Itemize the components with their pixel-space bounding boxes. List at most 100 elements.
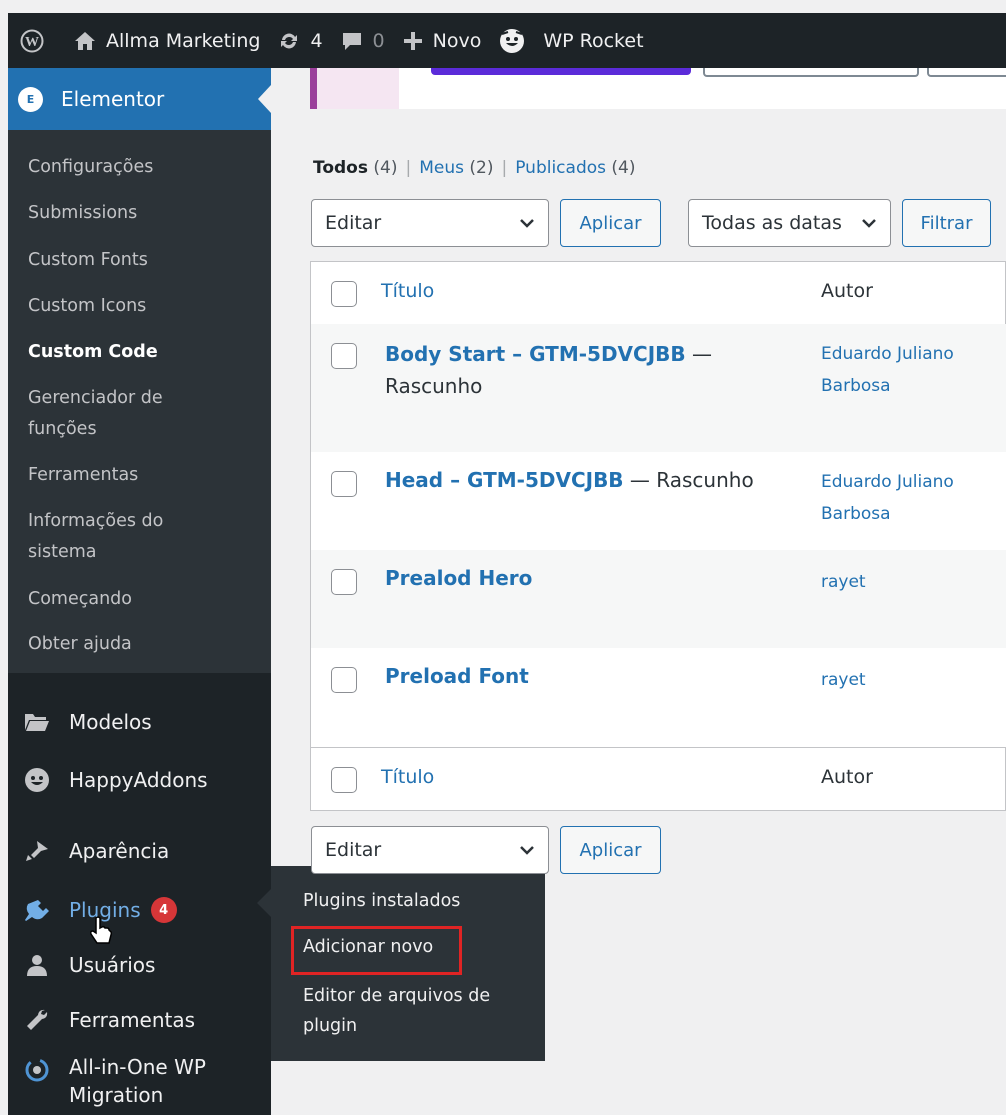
menu-label-usuarios: Usuários [69,953,156,977]
column-author-header: Autor [821,280,873,302]
admin-sidebar: E Elementor Configurações Submissions Cu… [8,68,271,1115]
current-menu-arrow [258,85,271,113]
promo-primary-button[interactable] [431,68,691,75]
submenu-item-comecando[interactable]: Começando [28,584,132,615]
wp-admin-frame: W Allma Marketing 4 0 Novo WP Rocket E E… [8,13,1006,1115]
promo-tertiary-button[interactable] [927,68,1006,77]
submenu-item-ferramentas[interactable]: Ferramentas [28,460,138,491]
row-title[interactable]: Prealod Hero [385,562,775,594]
paintbrush-icon [26,841,48,861]
menu-label-modelos: Modelos [69,710,152,734]
column-title-footer[interactable]: Título [381,766,434,788]
filter-button[interactable]: Filtrar [902,199,991,247]
row-checkbox[interactable] [331,471,357,497]
submenu-item-informacoes[interactable]: Informações do sistema [28,506,228,568]
row-author[interactable]: Eduardo Juliano Barbosa [821,466,991,530]
menu-item-all-in-one[interactable]: All-in-One WP Migration [8,1053,271,1113]
submenu-item-custom-fonts[interactable]: Custom Fonts [28,245,148,276]
row-checkbox[interactable] [331,569,357,595]
wp-rocket-label: WP Rocket [543,29,644,52]
row-author[interactable]: rayet [821,566,1001,598]
row-checkbox[interactable] [331,667,357,693]
updates-link[interactable]: 4 [278,29,323,52]
table-footer-row: Título Autor [311,748,1006,810]
wrench-icon [27,1009,48,1030]
hand-cursor-icon [90,916,112,944]
migration-icon [25,1058,49,1082]
table-row: Body Start – GTM-5DVCJBB — Rascunho Edua… [311,324,1006,452]
view-mine[interactable]: Meus (2) [419,158,493,178]
table-row: Head – GTM-5DVCJBB — Rascunho Eduardo Ju… [311,452,1006,550]
table-header-row: Título Autor [311,262,1006,325]
view-all[interactable]: Todos (4) [313,158,397,178]
svg-text:W: W [25,35,39,50]
view-published[interactable]: Publicados (4) [515,158,635,178]
users-icon [27,955,47,976]
bulk-action-value: Editar [325,212,382,234]
row-author[interactable]: rayet [821,664,1001,696]
submenu-item-submissions[interactable]: Submissions [28,198,137,229]
menu-label-happyaddons: HappyAddons [69,768,208,792]
submenu-item-gerenciador[interactable]: Gerenciador de funções [28,383,228,445]
new-label: Novo [432,29,482,52]
row-title[interactable]: Preload Font [385,660,775,692]
menu-label-aparencia: Aparência [69,839,170,863]
updates-count: 4 [310,29,323,52]
admin-bar: W Allma Marketing 4 0 Novo WP Rocket [8,13,1006,68]
plugin-icon [25,900,49,921]
new-content-link[interactable]: Novo [403,29,482,52]
plugins-update-badge: 4 [150,897,177,923]
menu-item-elementor[interactable]: E Elementor [8,68,271,130]
submenu-item-custom-code[interactable]: Custom Code [28,337,158,368]
row-checkbox[interactable] [331,343,357,369]
post-status-views: Todos (4) | Meus (2) | Publicados (4) [313,158,636,178]
row-author[interactable]: Eduardo Juliano Barbosa [821,338,991,402]
menu-item-happyaddons[interactable]: HappyAddons [8,762,271,798]
select-all-checkbox[interactable] [331,767,357,793]
elementor-submenu: Configurações Submissions Custom Fonts C… [8,130,271,673]
promo-secondary-button[interactable] [703,68,919,77]
bulk-action-select[interactable]: Editar [311,199,549,247]
date-filter-value: Todas as datas [702,212,842,234]
menu-label-ferramentas: Ferramentas [69,1008,196,1032]
table-row: Prealod Hero rayet [311,550,1006,648]
highlight-box [291,926,462,975]
row-title[interactable]: Head – GTM-5DVCJBB — Rascunho [385,464,775,496]
row-title[interactable]: Body Start – GTM-5DVCJBB — Rascunho [385,338,725,402]
elementor-promo-box [310,68,1006,109]
bulk-action-select-bottom[interactable]: Editar [311,826,549,874]
date-filter-select[interactable]: Todas as datas [688,199,891,247]
column-title-header[interactable]: Título [381,280,434,302]
menu-item-ferramentas[interactable]: Ferramentas [8,1002,271,1038]
flyout-item-plugins-instalados[interactable]: Plugins instalados [303,886,460,916]
select-all-checkbox[interactable] [331,281,357,307]
wp-rocket-link[interactable]: WP Rocket [499,28,644,54]
submenu-item-custom-icons[interactable]: Custom Icons [28,291,146,322]
menu-label-elementor: Elementor [61,87,165,111]
table-row: Preload Font rayet [311,648,1006,748]
menu-item-modelos[interactable]: Modelos [8,704,271,740]
menu-item-plugins[interactable]: Plugins 4 [8,890,271,930]
comment-icon [342,32,361,50]
happy-face-icon [500,28,525,53]
comments-count: 0 [372,29,385,52]
site-name-link[interactable]: Allma Marketing [74,30,260,52]
menu-item-aparencia[interactable]: Aparência [8,833,271,869]
submenu-item-configuracoes[interactable]: Configurações [28,152,153,183]
menu-item-usuarios[interactable]: Usuários [8,947,271,983]
site-name: Allma Marketing [106,29,261,52]
posts-table: Título Autor Body Start – GTM-5DVCJBB — … [310,261,1006,811]
chevron-down-icon [862,219,876,228]
bulk-action-value: Editar [325,839,382,861]
comments-link[interactable]: 0 [341,30,385,52]
apply-button[interactable]: Aplicar [560,199,661,247]
folder-icon [25,714,49,731]
submenu-item-obter-ajuda[interactable]: Obter ajuda [28,629,132,660]
apply-button-bottom[interactable]: Aplicar [560,826,661,874]
home-icon [75,31,95,50]
menu-label-all-in-one: All-in-One WP Migration [69,1055,206,1107]
flyout-item-editor-arquivos[interactable]: Editor de arquivos de plugin [303,981,533,1041]
flyout-arrow [257,889,271,917]
elementor-icon: E [18,86,43,112]
wordpress-logo-icon[interactable]: W [20,29,54,53]
